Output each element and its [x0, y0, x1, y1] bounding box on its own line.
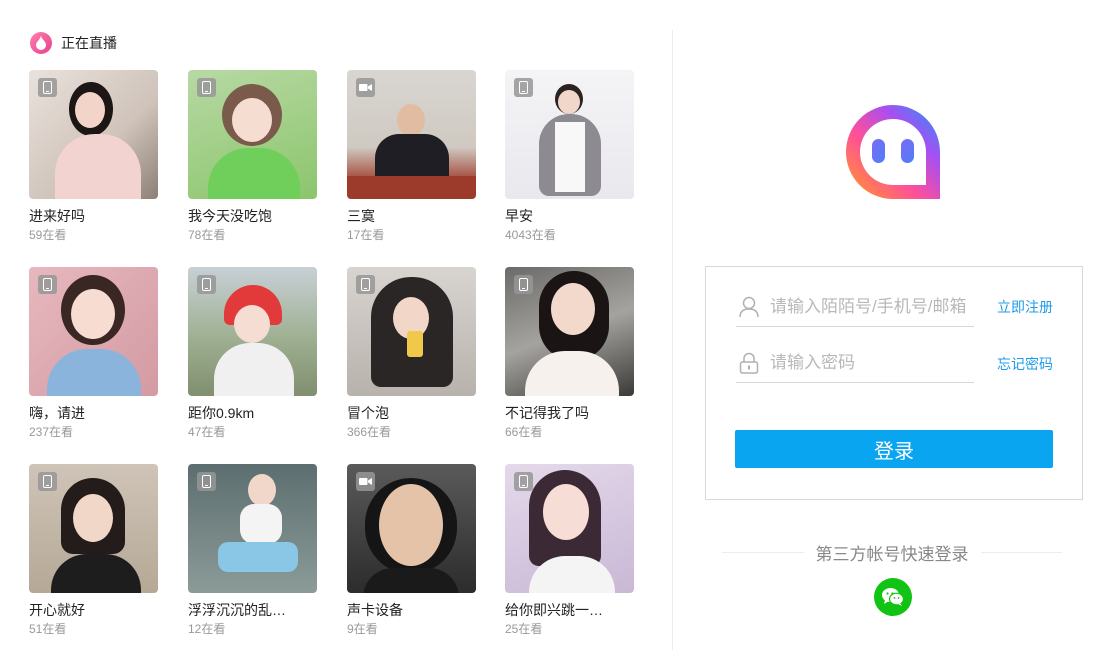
stream-title[interactable]: 进来好吗 — [29, 207, 158, 225]
phone-icon — [38, 78, 57, 97]
stream-thumbnail[interactable] — [29, 70, 158, 199]
stream-card[interactable]: 嗨，请进 237在看 — [29, 267, 158, 440]
viewer-count: 9在看 — [347, 622, 378, 636]
stream-thumbnail[interactable] — [347, 464, 476, 593]
password-input[interactable] — [770, 352, 970, 373]
vertical-divider — [672, 30, 673, 650]
viewer-count: 237在看 — [29, 425, 74, 439]
stream-thumbnail[interactable] — [505, 70, 634, 199]
login-form: 立即注册 忘记密码 登录 — [705, 266, 1083, 500]
viewer-count: 12在看 — [188, 622, 226, 636]
viewer-count: 4043在看 — [505, 228, 556, 242]
stream-card[interactable]: 声卡设备 9在看 — [347, 464, 476, 637]
phone-icon — [197, 472, 216, 491]
stream-title[interactable]: 早安 — [505, 207, 634, 225]
phone-icon — [38, 275, 57, 294]
live-section: 正在直播 进来好吗 59在看 我今天没吃饱 78在看 三寞 17在看 早安 40… — [0, 0, 672, 650]
stream-thumbnail[interactable] — [188, 464, 317, 593]
viewer-count: 47在看 — [188, 425, 226, 439]
phone-icon — [356, 275, 375, 294]
wechat-login-icon[interactable] — [874, 578, 912, 616]
stream-thumbnail[interactable] — [188, 70, 317, 199]
live-header: 正在直播 — [30, 31, 117, 55]
user-icon — [738, 296, 760, 318]
lock-icon — [738, 352, 760, 374]
live-flame-icon — [30, 32, 52, 54]
third-party-label: 第三方帐号快速登录 — [815, 544, 969, 564]
phone-icon — [514, 472, 533, 491]
phone-icon — [197, 275, 216, 294]
phone-icon — [514, 78, 533, 97]
camera-icon — [356, 472, 375, 491]
viewer-count: 17在看 — [347, 228, 385, 242]
stream-title[interactable]: 距你0.9km — [188, 404, 317, 422]
viewer-count: 66在看 — [505, 425, 543, 439]
stream-title[interactable]: 三寞 — [347, 207, 476, 225]
divider-line — [980, 551, 1062, 553]
viewer-count: 25在看 — [505, 622, 543, 636]
register-link[interactable]: 立即注册 — [997, 297, 1053, 317]
viewer-count: 366在看 — [347, 425, 392, 439]
viewer-count: 78在看 — [188, 228, 226, 242]
stream-thumbnail[interactable] — [347, 70, 476, 199]
account-field[interactable] — [736, 287, 974, 327]
stream-title[interactable]: 给你即兴跳一… — [505, 601, 634, 619]
stream-title[interactable]: 嗨，请进 — [29, 404, 158, 422]
stream-card[interactable]: 进来好吗 59在看 — [29, 70, 158, 243]
stream-card[interactable]: 开心就好 51在看 — [29, 464, 158, 637]
stream-thumbnail[interactable] — [505, 267, 634, 396]
live-title: 正在直播 — [61, 35, 117, 51]
stream-thumbnail[interactable] — [29, 464, 158, 593]
phone-icon — [197, 78, 216, 97]
password-field[interactable] — [736, 343, 974, 383]
stream-thumbnail[interactable] — [188, 267, 317, 396]
stream-card[interactable]: 距你0.9km 47在看 — [188, 267, 317, 440]
stream-card[interactable]: 早安 4043在看 — [505, 70, 634, 243]
viewer-count: 51在看 — [29, 622, 67, 636]
stream-card[interactable]: 冒个泡 366在看 — [347, 267, 476, 440]
stream-title[interactable]: 我今天没吃饱 — [188, 207, 317, 225]
account-input[interactable] — [770, 296, 970, 317]
viewer-count: 59在看 — [29, 228, 67, 242]
camera-icon — [356, 78, 375, 97]
divider-line — [722, 551, 804, 553]
login-button[interactable]: 登录 — [735, 430, 1053, 468]
phone-icon — [38, 472, 57, 491]
stream-title[interactable]: 声卡设备 — [347, 601, 476, 619]
forgot-password-link[interactable]: 忘记密码 — [997, 354, 1053, 374]
stream-thumbnail[interactable] — [347, 267, 476, 396]
app-logo — [844, 103, 942, 201]
stream-thumbnail[interactable] — [505, 464, 634, 593]
stream-card[interactable]: 三寞 17在看 — [347, 70, 476, 243]
stream-card[interactable]: 不记得我了吗 66在看 — [505, 267, 634, 440]
stream-title[interactable]: 开心就好 — [29, 601, 158, 619]
stream-card[interactable]: 我今天没吃饱 78在看 — [188, 70, 317, 243]
stream-title[interactable]: 冒个泡 — [347, 404, 476, 422]
stream-title[interactable]: 不记得我了吗 — [505, 404, 634, 422]
stream-thumbnail[interactable] — [29, 267, 158, 396]
stream-card[interactable]: 浮浮沉沉的乱… 12在看 — [188, 464, 317, 637]
stream-card[interactable]: 给你即兴跳一… 25在看 — [505, 464, 634, 637]
phone-icon — [514, 275, 533, 294]
stream-title[interactable]: 浮浮沉沉的乱… — [188, 601, 317, 619]
third-party-login: 第三方帐号快速登录 — [722, 540, 1062, 564]
